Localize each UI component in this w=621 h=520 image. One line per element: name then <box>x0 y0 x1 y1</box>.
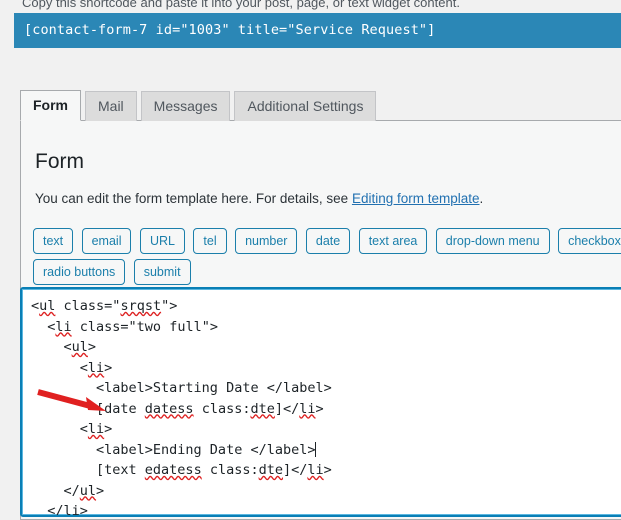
form-template-textarea[interactable]: <ul class="srqst"> <li class="two full">… <box>20 287 621 517</box>
tag-button-drop-down-menu[interactable]: drop-down menu <box>435 228 550 254</box>
form-description-period: . <box>479 191 484 206</box>
tab-mail-label: Mail <box>98 98 124 114</box>
tag-generator-buttons: text email URL tel number date text area… <box>33 228 621 290</box>
tab-messages[interactable]: Messages <box>140 91 231 121</box>
code-line: [text edatess class:dte]</li> <box>31 462 332 478</box>
tab-additional-settings[interactable]: Additional Settings <box>234 91 377 121</box>
code-line: <ul class="srqst"> <box>31 298 178 314</box>
text-cursor <box>315 441 317 457</box>
tab-additional-settings-label: Additional Settings <box>247 98 364 114</box>
tag-button-text[interactable]: text <box>33 228 74 254</box>
code-line: <li> <box>31 359 113 376</box>
code-line: </ul> <box>31 482 105 499</box>
tag-button-email[interactable]: email <box>81 228 132 254</box>
form-template-code[interactable]: <ul class="srqst"> <li class="two full">… <box>31 296 621 517</box>
shortcode-box[interactable]: [contact-form-7 id="1003" title="Service… <box>14 13 621 48</box>
editing-form-template-link[interactable]: Editing form template <box>352 191 480 206</box>
shortcode-value[interactable]: [contact-form-7 id="1003" title="Service… <box>24 21 611 39</box>
tag-button-submit[interactable]: submit <box>133 259 191 285</box>
tab-messages-label: Messages <box>153 98 218 114</box>
tag-button-url[interactable]: URL <box>139 228 185 254</box>
code-line: <ul> <box>31 339 97 355</box>
form-description: You can edit the form template here. For… <box>35 189 621 209</box>
tab-form-label: Form <box>33 97 68 113</box>
shortcode-hint-text: Copy this shortcode and paste it into yo… <box>22 0 460 10</box>
page-title: Form <box>35 150 84 173</box>
code-line: </li> <box>31 503 88 517</box>
tag-button-date[interactable]: date <box>305 228 351 254</box>
code-line: <li> <box>31 421 113 437</box>
tag-button-checkboxes[interactable]: checkboxes <box>558 228 621 254</box>
code-line: <label>Ending Date </label> <box>31 441 317 458</box>
code-line: <li class="two full"> <box>31 318 218 335</box>
tag-button-text-area[interactable]: text area <box>358 228 428 254</box>
tag-button-radio-buttons[interactable]: radio buttons <box>33 259 126 285</box>
tab-bar: Form Mail Messages Additional Settings <box>20 90 380 121</box>
code-line: <label>Starting Date </label> <box>31 380 332 396</box>
form-description-text: You can edit the form template here. For… <box>35 191 352 206</box>
tag-button-number[interactable]: number <box>235 228 298 254</box>
tag-button-tel[interactable]: tel <box>193 228 227 254</box>
code-line: [date datess class:dte]</li> <box>31 400 324 417</box>
tab-mail[interactable]: Mail <box>85 91 137 121</box>
tab-form[interactable]: Form <box>20 90 81 121</box>
